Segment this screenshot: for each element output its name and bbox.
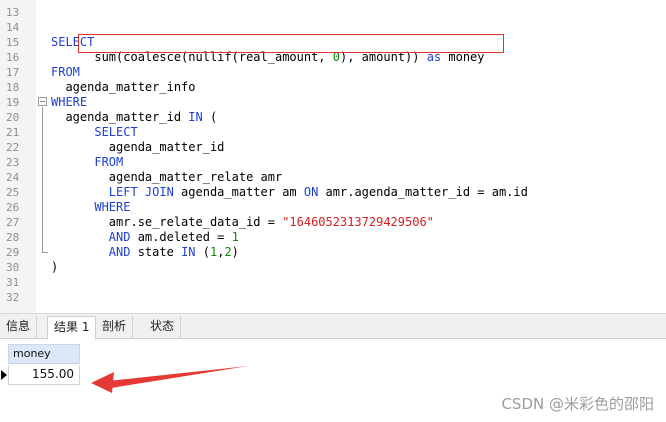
code-text: agenda_matter_id IN ( bbox=[51, 110, 217, 125]
code-token: ( bbox=[202, 110, 218, 124]
line-number: 30 bbox=[6, 261, 20, 274]
code-line: 20 agenda_matter_id IN ( bbox=[0, 110, 666, 125]
tab-info[interactable]: 信息 bbox=[0, 316, 38, 339]
code-line: 32 bbox=[0, 290, 666, 305]
code-text: AND state IN (1,2) bbox=[51, 245, 239, 260]
code-token: agenda_matter_id bbox=[51, 110, 189, 124]
fold-guide-line bbox=[42, 107, 43, 252]
watermark: CSDN @米彩色的邵阳 bbox=[501, 395, 654, 413]
code-token: WHERE bbox=[51, 200, 131, 214]
code-token: "1646052313729429506" bbox=[282, 215, 434, 229]
line-number: 14 bbox=[6, 21, 20, 34]
code-token: SELECT bbox=[51, 125, 138, 139]
code-line: 21 SELECT bbox=[0, 125, 666, 140]
code-line: 23 FROM bbox=[0, 155, 666, 170]
code-text: amr.se_relate_data_id = "164605231372942… bbox=[51, 215, 434, 230]
line-number: 29 bbox=[6, 246, 20, 259]
code-text: FROM bbox=[51, 65, 80, 80]
code-token: AND bbox=[51, 245, 131, 259]
line-number: 26 bbox=[6, 201, 20, 214]
line-number: 16 bbox=[6, 51, 20, 64]
code-line: 31 bbox=[0, 275, 666, 290]
code-token: state bbox=[130, 245, 182, 259]
tab-profile[interactable]: 剖析 bbox=[96, 316, 134, 339]
code-text: SELECT bbox=[51, 125, 138, 140]
code-text: agenda_matter_id bbox=[51, 140, 225, 155]
result-cell-money[interactable]: 155.00 bbox=[8, 365, 80, 385]
code-text: FROM bbox=[51, 155, 123, 170]
code-text: LEFT JOIN agenda_matter am ON amr.agenda… bbox=[51, 185, 528, 200]
code-token: 2 bbox=[224, 245, 232, 259]
code-token: 1 bbox=[231, 230, 239, 244]
code-line: 30) bbox=[0, 260, 666, 275]
code-line: 28 AND am.deleted = 1 bbox=[0, 230, 666, 245]
tab-status[interactable]: 状态 bbox=[144, 316, 182, 339]
code-token: IN bbox=[181, 245, 196, 259]
line-number: 25 bbox=[6, 186, 20, 199]
line-number: 21 bbox=[6, 126, 20, 139]
code-token: LEFT JOIN bbox=[51, 185, 174, 199]
code-token: agenda_matter_info bbox=[51, 80, 196, 94]
code-token: agenda_matter_id bbox=[51, 140, 225, 154]
annotation-highlight-box bbox=[78, 34, 504, 53]
code-text: WHERE bbox=[51, 95, 87, 110]
line-number: 23 bbox=[6, 156, 20, 169]
code-line: 19 WHERE bbox=[0, 95, 666, 110]
fold-guide-end bbox=[42, 252, 48, 253]
code-text: AND am.deleted = 1 bbox=[51, 230, 239, 245]
line-number: 28 bbox=[6, 231, 20, 244]
code-token: ) bbox=[51, 260, 59, 274]
code-token: ON bbox=[303, 185, 319, 199]
code-line: 27 amr.se_relate_data_id = "164605231372… bbox=[0, 215, 666, 230]
line-number: 24 bbox=[6, 171, 20, 184]
code-line: 17 FROM bbox=[0, 65, 666, 80]
code-line: 18 agenda_matter_info bbox=[0, 80, 666, 95]
code-line: 22 agenda_matter_id bbox=[0, 140, 666, 155]
code-token: agenda_matter_relate amr bbox=[51, 170, 283, 184]
code-line: 25 LEFT JOIN agenda_matter am ON amr.age… bbox=[0, 185, 666, 200]
code-token: IN bbox=[188, 110, 203, 124]
code-line: 14 bbox=[0, 20, 666, 35]
code-text: ) bbox=[51, 260, 58, 275]
line-number: 32 bbox=[6, 291, 20, 304]
column-header-money[interactable]: money bbox=[8, 344, 80, 364]
code-token: ) bbox=[231, 245, 239, 259]
code-line: 26 WHERE bbox=[0, 200, 666, 215]
line-number: 27 bbox=[6, 216, 20, 229]
code-text: agenda_matter_relate amr bbox=[51, 170, 282, 185]
result-tab-bar: 信息 结果 1 剖析 状态 bbox=[0, 314, 666, 340]
code-token: WHERE bbox=[51, 95, 88, 109]
code-line: 29 AND state IN (1,2) bbox=[0, 245, 666, 260]
code-line: 13 bbox=[0, 5, 666, 20]
code-token: ( bbox=[195, 245, 210, 259]
fold-toggle-icon[interactable]: − bbox=[38, 97, 47, 106]
code-token: FROM bbox=[51, 155, 124, 169]
line-number: 20 bbox=[6, 111, 20, 124]
code-token: agenda_matter am bbox=[173, 185, 304, 199]
line-number: 31 bbox=[6, 276, 20, 289]
code-text: agenda_matter_info bbox=[51, 80, 196, 95]
sql-editor[interactable]: 13 14 15 SELECT 16 sum(coalesce(nullif(real_… bbox=[0, 0, 666, 313]
current-row-marker-icon bbox=[1, 370, 7, 380]
line-number: 13 bbox=[6, 6, 20, 19]
tab-result-1[interactable]: 结果 1 bbox=[47, 316, 97, 340]
line-number: 22 bbox=[6, 141, 20, 154]
code-token: amr.se_relate_data_id = bbox=[51, 215, 283, 229]
code-token: amr.agenda_matter_id = am.id bbox=[318, 185, 528, 199]
code-line: 24 agenda_matter_relate amr bbox=[0, 170, 666, 185]
line-number: 15 bbox=[6, 36, 20, 49]
code-text: WHERE bbox=[51, 200, 130, 215]
line-number: 17 bbox=[6, 66, 20, 79]
code-token: FROM bbox=[51, 65, 80, 79]
code-token: am.deleted = bbox=[130, 230, 232, 244]
line-number: 18 bbox=[6, 81, 20, 94]
line-number: 19 bbox=[6, 96, 20, 109]
code-token: AND bbox=[51, 230, 131, 244]
